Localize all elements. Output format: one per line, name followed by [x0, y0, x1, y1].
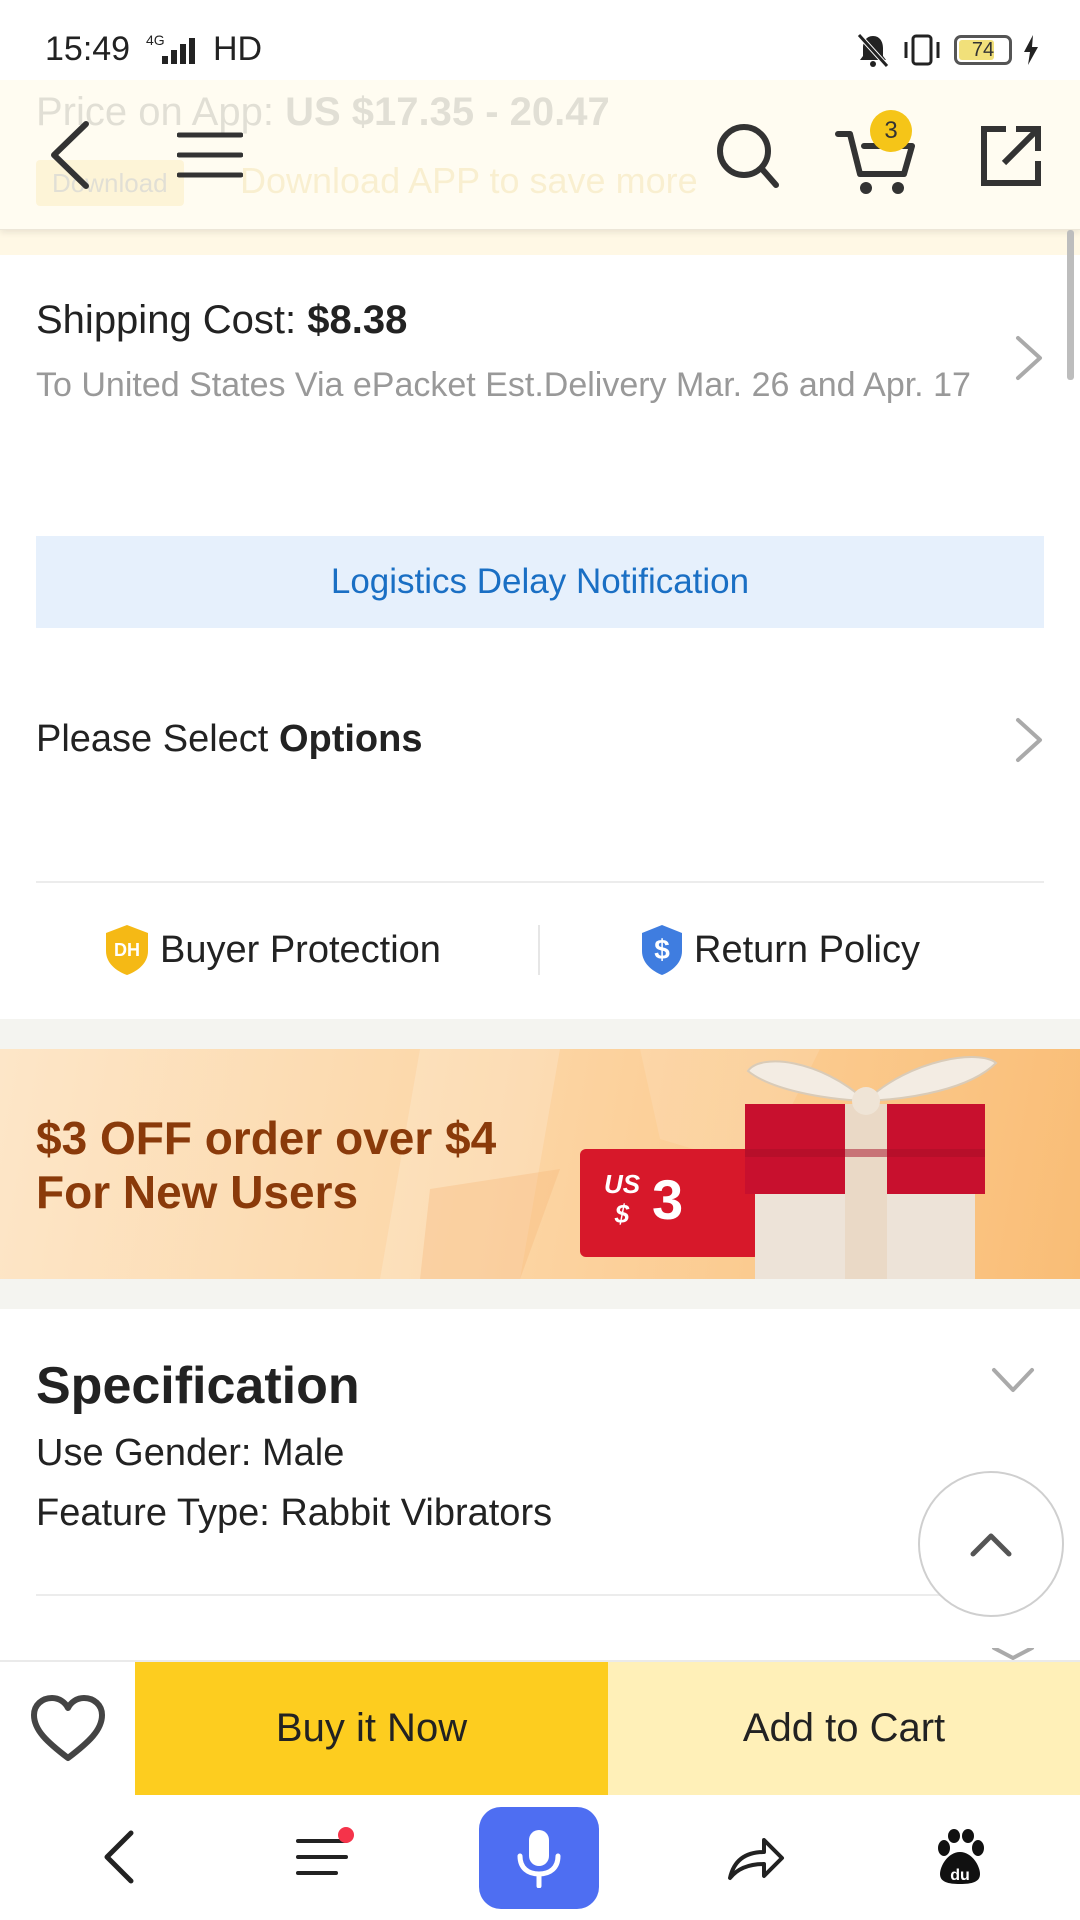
list-menu-icon [296, 1839, 348, 1875]
spec-line-feature: Feature Type: Rabbit Vibrators [36, 1492, 553, 1534]
share-external-button[interactable] [976, 120, 1046, 192]
divider [36, 881, 1044, 883]
browser-bottom-bar: du [0, 1795, 1080, 1920]
purchase-action-bar: Buy it Now Add to Cart [0, 1660, 1080, 1795]
share-arrow-icon [728, 1838, 784, 1880]
return-policy-link[interactable]: $ Return Policy [640, 920, 920, 980]
shipping-cost-value: $8.38 [307, 298, 408, 342]
gift-box-icon [745, 1056, 998, 1279]
faded-price-value: US $17.35 - 20.47 [285, 90, 610, 134]
scrollbar-thumb[interactable] [1067, 230, 1074, 380]
return-policy-label: Return Policy [694, 928, 920, 971]
dollar-shield-icon: $ [642, 925, 682, 975]
shipping-cost-label: Shipping Cost: [36, 298, 297, 342]
mute-bell-icon [857, 33, 889, 68]
chevron-down-icon [992, 1648, 1034, 1660]
dh-shield-icon: DH [106, 925, 148, 975]
chevron-right-icon [1016, 718, 1042, 762]
search-button[interactable] [712, 118, 782, 194]
back-button[interactable] [40, 110, 100, 200]
back-arrow-icon [51, 121, 89, 189]
coupon-currency: US $ [603, 1169, 641, 1229]
notification-dot [338, 1827, 354, 1843]
microphone-icon [517, 1830, 561, 1888]
chevron-down-icon[interactable] [990, 1366, 1036, 1396]
spec-line-gender: Use Gender: Male [36, 1432, 345, 1474]
cart-count-badge: 3 [870, 110, 912, 152]
browser-menu-button[interactable] [272, 1807, 372, 1907]
favorite-button[interactable] [0, 1662, 135, 1795]
options-label: Please Select Options [36, 718, 422, 761]
baidu-button[interactable]: du [910, 1807, 1010, 1907]
coupon-amount: 3 [652, 1168, 684, 1231]
menu-icon [177, 132, 243, 178]
section-gap [0, 1019, 1080, 1049]
top-header: Price on App: US $17.35 - 20.47 Download… [0, 80, 1080, 230]
banner-headline: $3 OFF order over $4 [36, 1112, 497, 1164]
back-arrow-icon [104, 1830, 134, 1884]
buyer-protection-link[interactable]: DH Buyer Protection [104, 920, 441, 980]
signal-icon [162, 38, 195, 64]
hd-indicator: HD [213, 30, 263, 68]
charging-icon [1024, 35, 1038, 65]
options-prefix: Please Select [36, 718, 269, 760]
chevron-up-icon [970, 1533, 1012, 1557]
battery-level: 74 [971, 38, 995, 61]
logistics-delay-notification[interactable]: Logistics Delay Notification [36, 536, 1044, 628]
shipping-cost: Shipping Cost: $8.38 [36, 298, 407, 343]
status-bar: 15:49 4G HD 74 [0, 0, 1080, 80]
scroll-to-top-button[interactable] [918, 1471, 1064, 1617]
buyer-protection-label: Buyer Protection [160, 928, 441, 971]
buy-now-button[interactable]: Buy it Now [135, 1662, 608, 1795]
divider [36, 1594, 956, 1596]
new-user-promo-banner[interactable]: $3 OFF order over $4 For New Users US $ … [0, 1049, 1080, 1279]
vibrate-icon [904, 34, 940, 66]
battery-icon: 74 [954, 35, 1012, 65]
section-gap [0, 1279, 1080, 1309]
banner-subline: For New Users [36, 1166, 359, 1218]
svg-text:du: du [950, 1867, 970, 1884]
browser-share-button[interactable] [706, 1807, 806, 1907]
shipping-description: To United States Via ePacket Est.Deliver… [36, 366, 971, 404]
faded-download-text: Download APP to save more [240, 160, 698, 201]
status-time: 15:49 [45, 30, 131, 68]
voice-search-button[interactable] [479, 1807, 599, 1909]
add-to-cart-button[interactable]: Add to Cart [608, 1662, 1080, 1795]
menu-button[interactable] [170, 120, 250, 190]
search-icon [717, 124, 779, 188]
dh-icon-text: DH [114, 940, 140, 960]
faded-app-price: Price on App: US $17.35 - 20.47 [36, 90, 610, 135]
heart-icon [30, 1694, 105, 1761]
specification-title: Specification [36, 1357, 360, 1415]
divider-vertical [538, 925, 540, 975]
options-emphasis: Options [278, 718, 423, 760]
chevron-right-icon [1016, 336, 1042, 380]
external-link-icon [981, 126, 1041, 186]
header-shadow-strip [0, 230, 1080, 255]
paw-icon: du [938, 1829, 984, 1884]
svg-text:$: $ [654, 934, 670, 965]
browser-back-button[interactable] [68, 1807, 168, 1907]
